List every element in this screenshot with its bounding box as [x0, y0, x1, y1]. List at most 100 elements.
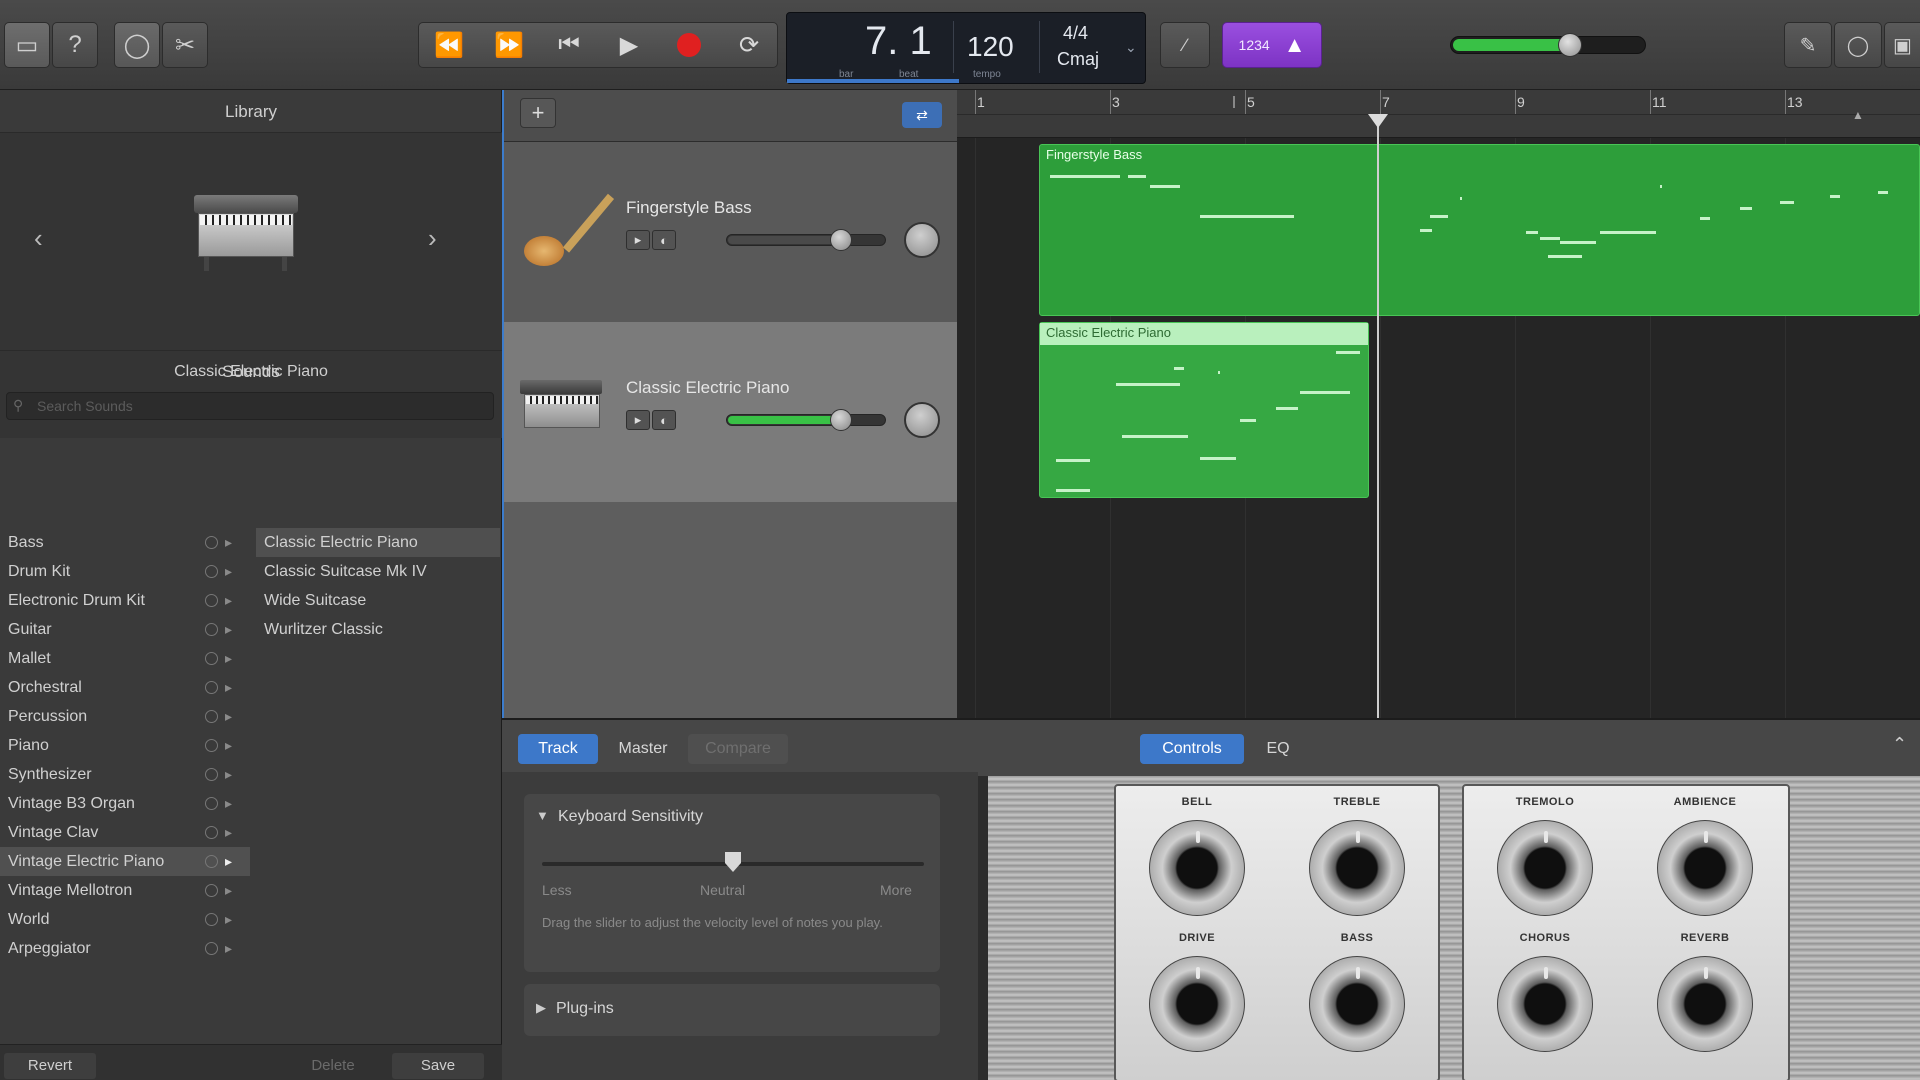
sensitivity-slider[interactable] [542, 852, 924, 872]
ambience-knob[interactable] [1657, 820, 1753, 916]
tab-track[interactable]: Track [518, 734, 598, 764]
count-in-metronome-group[interactable]: 1234 ▲ [1222, 22, 1322, 68]
next-patch-icon[interactable]: › [428, 223, 437, 254]
midi-note[interactable] [1128, 175, 1146, 178]
midi-note[interactable] [1056, 489, 1090, 492]
collapse-chevron-icon[interactable]: ⌃ [1892, 734, 1907, 755]
download-icon[interactable] [205, 855, 218, 868]
disclosure-open-icon[interactable]: ▼ [536, 808, 549, 823]
master-volume-thumb[interactable] [1558, 33, 1583, 57]
go-to-start-button[interactable]: ⏮ [539, 23, 599, 67]
download-icon[interactable] [205, 942, 218, 955]
midi-note[interactable] [1878, 191, 1888, 194]
pan-knob[interactable] [904, 402, 940, 438]
count-in-label[interactable]: 1234 [1239, 37, 1270, 53]
empty-track-area[interactable] [504, 502, 957, 718]
sensitivity-thumb[interactable] [725, 852, 741, 872]
midi-note[interactable] [1420, 229, 1432, 232]
delete-button[interactable]: Delete [288, 1053, 378, 1079]
media-browser-button[interactable]: ▣ [1884, 22, 1920, 68]
track-volume-thumb[interactable] [829, 229, 852, 251]
solo-button[interactable]: ◐ [652, 230, 676, 250]
treble-knob[interactable] [1309, 820, 1405, 916]
sound-item[interactable]: Classic Electric Piano [256, 528, 500, 557]
download-icon[interactable] [205, 768, 218, 781]
sound-item[interactable]: Classic Suitcase Mk IV [256, 557, 500, 586]
category-item[interactable]: Vintage Mellotron ▸ [0, 876, 250, 905]
search-field[interactable]: ⚲ Search Sounds [6, 392, 494, 420]
category-item[interactable]: World ▸ [0, 905, 250, 934]
editors-button[interactable]: ✂ [162, 22, 208, 68]
smart-controls-button[interactable]: ◯ [114, 22, 160, 68]
master-volume-slider[interactable] [1450, 33, 1646, 57]
category-item[interactable]: Guitar ▸ [0, 615, 250, 644]
plugins-section[interactable]: ▶ Plug-ins [524, 984, 940, 1036]
help-button[interactable]: ? [52, 22, 98, 68]
midi-note[interactable] [1240, 419, 1256, 422]
tremolo-knob[interactable] [1497, 820, 1593, 916]
category-item[interactable]: Mallet ▸ [0, 644, 250, 673]
save-button[interactable]: Save [392, 1053, 484, 1079]
tab-compare[interactable]: Compare [688, 734, 788, 764]
midi-note[interactable] [1780, 201, 1794, 204]
category-item[interactable]: Vintage Electric Piano ▸ [0, 847, 250, 876]
midi-note[interactable] [1460, 197, 1462, 200]
chorus-knob[interactable] [1497, 956, 1593, 1052]
category-item[interactable]: Piano ▸ [0, 731, 250, 760]
category-item[interactable]: Percussion ▸ [0, 702, 250, 731]
midi-note[interactable] [1050, 175, 1120, 178]
disclosure-closed-icon[interactable]: ▶ [536, 1000, 546, 1016]
category-item[interactable]: Vintage B3 Organ ▸ [0, 789, 250, 818]
category-item[interactable]: Vintage Clav ▸ [0, 818, 250, 847]
midi-note[interactable] [1700, 217, 1710, 220]
category-item[interactable]: Electronic Drum Kit ▸ [0, 586, 250, 615]
sound-item[interactable]: Wurlitzer Classic [256, 615, 500, 644]
tuner-button[interactable]: ∕ [1160, 22, 1210, 68]
playhead[interactable] [1377, 116, 1379, 718]
midi-note[interactable] [1548, 255, 1582, 258]
category-item[interactable]: Synthesizer ▸ [0, 760, 250, 789]
download-icon[interactable] [205, 913, 218, 926]
download-icon[interactable] [205, 739, 218, 752]
category-item[interactable]: Bass ▸ [0, 528, 250, 557]
add-track-button[interactable]: + [520, 98, 556, 128]
track-volume-slider[interactable] [726, 409, 886, 431]
download-icon[interactable] [205, 797, 218, 810]
track-name[interactable]: Classic Electric Piano [626, 378, 789, 398]
midi-note[interactable] [1276, 407, 1298, 410]
track-row[interactable]: Fingerstyle Bass ▸ ◐ [504, 142, 957, 322]
lcd-menu-chevron-icon[interactable]: ⌄ [1125, 39, 1137, 56]
download-icon[interactable] [205, 594, 218, 607]
reverb-knob[interactable] [1657, 956, 1753, 1052]
project-end-marker-icon[interactable]: ▲ [1852, 108, 1864, 122]
ruler[interactable]: ▲ 1 3 5 7 9 11 13 [957, 90, 1920, 138]
mute-button[interactable]: ▸ [626, 230, 650, 250]
midi-note[interactable] [1526, 231, 1538, 234]
track-volume-thumb[interactable] [829, 409, 852, 431]
midi-note[interactable] [1174, 367, 1184, 370]
midi-note[interactable] [1740, 207, 1752, 210]
tab-controls[interactable]: Controls [1140, 734, 1244, 764]
category-item[interactable]: Orchestral ▸ [0, 673, 250, 702]
track-name[interactable]: Fingerstyle Bass [626, 198, 752, 218]
download-icon[interactable] [205, 565, 218, 578]
tracks-area[interactable]: ▲ 1 3 5 7 9 11 13 Fingerstyle Bass Classic Ele… [957, 90, 1920, 718]
record-button[interactable] [659, 23, 719, 67]
midi-note[interactable] [1150, 185, 1180, 188]
midi-note[interactable] [1336, 351, 1360, 354]
track-volume-slider[interactable] [726, 229, 886, 251]
solo-button[interactable]: ◐ [652, 410, 676, 430]
midi-note[interactable] [1830, 195, 1840, 198]
download-icon[interactable] [205, 681, 218, 694]
midi-note[interactable] [1056, 459, 1090, 462]
fast-forward-button[interactable]: ⏩ [479, 23, 539, 67]
library-button[interactable]: ▭ [4, 22, 50, 68]
bass-knob[interactable] [1309, 956, 1405, 1052]
midi-note[interactable] [1560, 241, 1596, 244]
download-icon[interactable] [205, 652, 218, 665]
download-icon[interactable] [205, 826, 218, 839]
catch-playhead-button[interactable]: ⇄ [902, 102, 942, 128]
previous-patch-icon[interactable]: ‹ [34, 223, 43, 254]
download-icon[interactable] [205, 536, 218, 549]
category-item[interactable]: Drum Kit ▸ [0, 557, 250, 586]
